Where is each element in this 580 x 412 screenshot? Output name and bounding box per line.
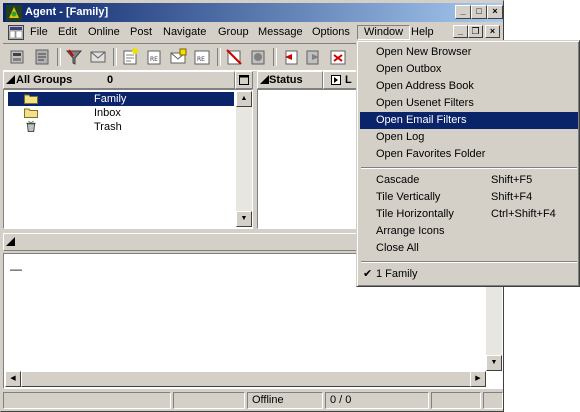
toolbar-separator [273,48,277,66]
status-cell-extra [431,392,481,409]
arrow-right-icon [331,75,341,85]
scroll-left-arrow-icon[interactable]: ◀ [5,371,21,387]
close-button[interactable]: × [487,5,503,19]
message-body-text: — [10,262,22,276]
menu-open-address-book[interactable]: Open Address Book [360,78,578,95]
sort-indicator-icon [6,75,15,84]
status-bar: Offline 0 / 0 [3,391,503,411]
ignore-thread-icon[interactable] [248,47,268,67]
next-message-icon[interactable] [304,47,324,67]
menu-open-new-browser[interactable]: Open New Browser [360,44,578,61]
tree-item-family[interactable]: Family [8,92,234,106]
toolbar-separator [113,48,117,66]
menu-cascade[interactable]: Cascade Shift+F5 [360,172,578,189]
filter-icon[interactable] [64,47,84,67]
sort-indicator-icon [260,75,269,84]
reply-email-icon[interactable]: RE [192,47,212,67]
menu-open-usenet-filters[interactable]: Open Usenet Filters [360,95,578,112]
groups-header-label: All Groups [16,74,73,86]
menu-file[interactable]: File [30,26,48,38]
menu-open-email-filters[interactable]: Open Email Filters [360,112,578,129]
minimize-button[interactable]: _ [455,5,471,19]
size-grip[interactable] [483,392,503,409]
groups-vertical-scrollbar[interactable]: ▲ ▼ [236,91,252,227]
checkmark-icon: ✔ [363,268,373,280]
toolbar-separator [217,48,221,66]
next-column-label: L [345,74,352,86]
child-restore-button[interactable]: ❐ [468,25,483,38]
scroll-down-arrow-icon[interactable]: ▼ [486,355,502,371]
scroll-down-arrow-icon[interactable]: ▼ [236,211,252,227]
status-cell-blank [173,392,245,409]
get-messages-icon[interactable] [8,47,28,67]
child-close-button[interactable]: × [485,25,500,38]
sort-indicator-icon [6,237,15,246]
tree-item-label: Trash [94,121,122,133]
menu-tile-horizontally[interactable]: Tile Horizontally Ctrl+Shift+F4 [360,206,578,223]
reply-icon[interactable]: RE [144,47,164,67]
menu-arrange-icons[interactable]: Arrange Icons [360,223,578,240]
send-receive-icon[interactable] [32,47,52,67]
message-horizontal-scrollbar[interactable]: ◀ ▶ [5,371,486,387]
delete-message-icon[interactable] [328,47,348,67]
menu-separator [361,167,577,169]
menu-separator [361,261,577,263]
groups-pane-toggle[interactable] [235,71,253,89]
menu-post[interactable]: Post [130,26,152,38]
menu-tile-vertically[interactable]: Tile Vertically Shift+F4 [360,189,578,206]
menu-options[interactable]: Options [312,26,350,38]
folder-icon [24,108,38,118]
menu-navigate[interactable]: Navigate [163,26,206,38]
watch-thread-icon[interactable] [224,47,244,67]
tree-item-label: Inbox [94,107,121,119]
connection-status: Offline [247,392,323,409]
menu-online[interactable]: Online [88,26,120,38]
scroll-up-arrow-icon[interactable]: ▲ [236,91,252,107]
status-column-header[interactable]: Status [257,71,323,89]
groups-tree[interactable]: Family Inbox Trash ▲ ▼ [3,89,253,229]
menu-message[interactable]: Message [258,26,303,38]
window-title: Agent - [Family] [25,6,109,18]
maximize-pane-icon [239,75,249,85]
menu-open-log[interactable]: Open Log [360,129,578,146]
title-bar[interactable]: Agent - [Family] _ □ × [3,3,503,22]
maximize-button[interactable]: □ [471,5,487,19]
tree-item-label: Family [94,93,127,105]
groups-header[interactable]: All Groups 0 [3,71,235,89]
menu-open-favorites-folder[interactable]: Open Favorites Folder [360,146,578,163]
message-counter: 0 / 0 [325,392,429,409]
toolbar-separator [57,48,61,66]
previous-message-icon[interactable] [280,47,300,67]
status-cell-message [3,392,171,409]
new-message-icon[interactable] [120,47,140,67]
child-window-icon[interactable] [8,25,24,40]
mark-read-icon[interactable] [88,47,108,67]
agent-app-icon [6,5,22,21]
menu-group[interactable]: Group [218,26,249,38]
compose-email-icon[interactable] [168,47,188,67]
scroll-right-arrow-icon[interactable]: ▶ [470,371,486,387]
svg-text:RE: RE [197,56,205,63]
folder-icon [24,94,38,104]
menu-window[interactable]: Window [357,25,411,40]
menu-edit[interactable]: Edit [58,26,77,38]
window-menu-dropdown: Open New Browser Open Outbox Open Addres… [356,40,580,287]
menu-help[interactable]: Help [411,26,434,38]
status-column-label: Status [269,74,303,86]
horizontal-scroll-thumb[interactable] [21,371,481,387]
svg-text:RE: RE [150,56,158,63]
menu-close-all[interactable]: Close All [360,240,578,257]
groups-count: 0 [107,74,114,86]
child-minimize-button[interactable]: _ [453,25,468,38]
tree-item-inbox[interactable]: Inbox [8,106,234,120]
menu-window-family[interactable]: ✔ 1 Family [360,266,578,283]
tree-item-trash[interactable]: Trash [8,120,234,134]
menu-open-outbox[interactable]: Open Outbox [360,61,578,78]
trash-icon [26,121,36,132]
